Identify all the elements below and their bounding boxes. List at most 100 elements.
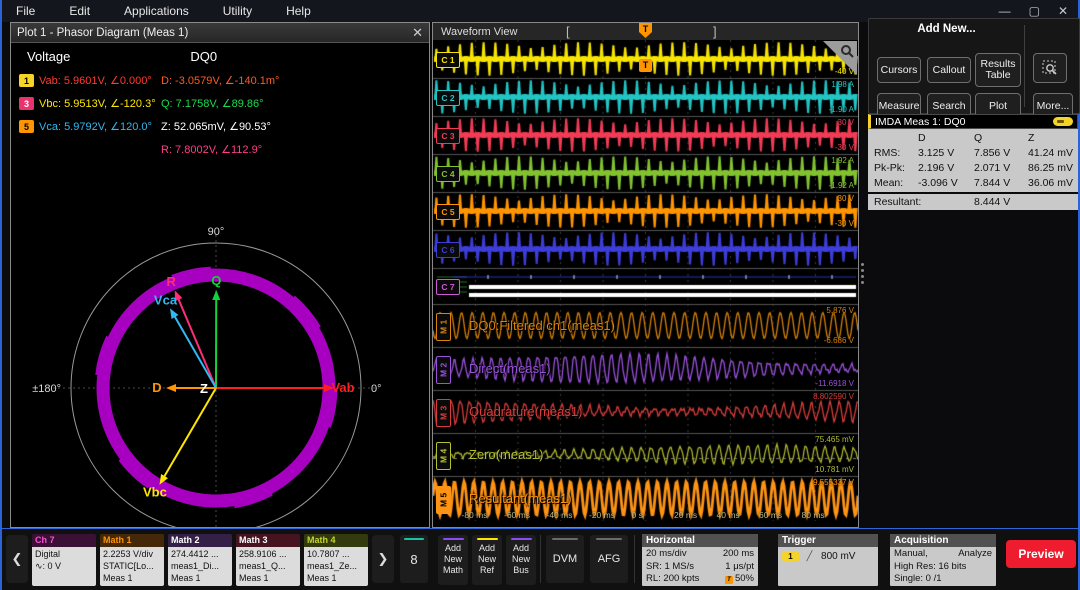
sample-interval: 1 μs/pt [725, 560, 754, 572]
phasor-readout-row: R: 7.8002V, ∠112.9° [19, 138, 423, 161]
channel-card-title: Math 4 [304, 534, 368, 547]
add-new-math-button[interactable]: Add New Math [438, 535, 468, 585]
svg-text:D: D [152, 380, 161, 395]
acq-resolution: High Res: 16 bits [894, 560, 967, 572]
channel-card-title: Ch 7 [32, 534, 96, 547]
scale-readout: 1.98 A [831, 80, 854, 89]
time-axis-label: 80 ms [801, 510, 825, 520]
channel-badge-m4[interactable]: M 4 [436, 441, 451, 470]
svg-text:Q: Q [211, 273, 221, 288]
time-axis-label: -20 ms [589, 510, 615, 520]
draw-zoom-box-button[interactable] [1033, 53, 1067, 83]
maximize-button[interactable]: ▢ [1029, 4, 1040, 18]
channel-badge-m2[interactable]: M 2 [436, 355, 451, 384]
channel-badge-m5[interactable]: M 5 [436, 485, 451, 514]
trigger-level-icon[interactable]: T [639, 59, 652, 72]
channel-card-math1[interactable]: Math 1 2.2253 V/div STATIC[Lo... Meas 1 [100, 534, 164, 586]
imda-col-d: D [918, 132, 926, 144]
horizontal-panel[interactable]: Horizontal 20 ms/div 200 ms SR: 1 MS/s 1 μ… [642, 534, 758, 586]
channel-card-math2[interactable]: Math 2 274.4412 ... meas1_Di... Meas 1 [168, 534, 232, 586]
channel-badge-m3[interactable]: M 3 [436, 398, 451, 427]
acquisition-title: Acquisition [890, 534, 996, 547]
channel-card-math4[interactable]: Math 4 10.7807 ... meas1_Ze... Meas 1 [304, 534, 368, 586]
scroll-right-button[interactable]: ❯ [372, 535, 394, 583]
expansion-bracket-right: ] [713, 24, 717, 39]
phasor-diagram-panel: Plot 1 - Phasor Diagram (Meas 1) ✕ Volta… [10, 22, 430, 528]
menu-item-help[interactable]: Help [286, 4, 311, 18]
trigger-panel[interactable]: Trigger 1 ╱ 800 mV [778, 534, 878, 586]
channel-card-line: 274.4412 ... [171, 549, 219, 559]
channel-card-math3[interactable]: Math 3 258.9106 ... meas1_Q... Meas 1 [236, 534, 300, 586]
acquisition-panel[interactable]: Acquisition Manual, Analyze High Res: 16 … [890, 534, 996, 586]
trigger-position-icon[interactable]: T [639, 23, 652, 38]
trigger-level: 800 mV [821, 551, 856, 562]
preview-button[interactable]: Preview [1006, 540, 1076, 568]
minimize-button[interactable]: — [999, 4, 1011, 18]
panel-resize-grip[interactable] [859, 258, 865, 288]
horizontal-title: Horizontal [642, 534, 758, 547]
channel-card-title: Math 3 [236, 534, 300, 547]
dvm-button[interactable]: DVM [546, 535, 584, 583]
imda-row-name: RMS: [874, 147, 901, 159]
channel-badge-c7[interactable]: C 7 [436, 279, 460, 295]
add-new-bus-button[interactable]: Add New Bus [506, 535, 536, 585]
menu-item-file[interactable]: File [16, 4, 35, 18]
readout-rows: 1 Vab: 5.9601V, ∠0.000° D: -3.0579V, ∠-140… [19, 69, 423, 161]
phasor-vector-vab: Vab [216, 380, 355, 395]
channel-card-line: meas1_Q... [239, 561, 286, 571]
dq0-readout: Q: 7.1758V, ∠89.86° [161, 98, 264, 110]
add-results-table-button[interactable]: Results Table [975, 53, 1021, 87]
channel-card-line: Meas 1 [103, 573, 133, 583]
imda-results-panel: IMDA Meas 1: DQ0 D Q Z RMS: 3.125 V 7.856 V 41… [868, 114, 1078, 210]
channel-card-line: 2.2253 V/div [103, 549, 154, 559]
channel-card-body: 274.4412 ... meas1_Di... Meas 1 [168, 547, 232, 586]
channel-badge-m1[interactable]: M 1 [436, 312, 451, 341]
scale-readout: -1.90 A [828, 105, 854, 114]
menu-item-applications[interactable]: Applications [124, 4, 189, 18]
imda-value: 2.071 V [974, 162, 1011, 174]
channel-badge-c3[interactable]: C 3 [436, 128, 460, 144]
menu-item-utility[interactable]: Utility [223, 4, 252, 18]
close-icon[interactable]: ✕ [412, 25, 423, 41]
phasor-panel-titlebar[interactable]: Plot 1 - Phasor Diagram (Meas 1) ✕ [11, 23, 429, 43]
scale-readout: 5.876 V [826, 306, 854, 315]
scroll-left-button[interactable]: ❮ [6, 535, 28, 583]
imda-header[interactable]: IMDA Meas 1: DQ0 [868, 114, 1078, 129]
channel-card-line: Meas 1 [171, 573, 201, 583]
time-axis-label: 0 s [631, 510, 643, 520]
svg-text:Vca: Vca [154, 293, 178, 308]
phasor-panel-title: Plot 1 - Phasor Diagram (Meas 1) [17, 26, 189, 39]
button-label: Add New Math [442, 543, 463, 575]
math-waveform-label: Direct(meas1) [469, 360, 551, 376]
resultant-label: Resultant: [874, 196, 922, 208]
channel-badge-c4[interactable]: C 4 [436, 166, 460, 182]
imda-row-name: Pk-Pk: [874, 162, 905, 174]
channel-badge-c5[interactable]: C 5 [436, 204, 460, 220]
channel-count-button[interactable]: 8 [400, 535, 428, 583]
waveform-view-panel: Waveform View [ ] T T C 1 -40 VC 2 1.98 A-… [432, 22, 859, 528]
channel-card-ch7[interactable]: Ch 7 Digital ∿: 0 V [32, 534, 96, 586]
channel-card-line: ∿: 0 V [35, 561, 62, 571]
close-button[interactable]: ✕ [1058, 4, 1068, 18]
meas-source-badge [1053, 117, 1073, 126]
time-axis-label: -80 ms [461, 510, 488, 520]
add-cursors-button[interactable]: Cursors [877, 57, 921, 83]
waveform-view-header[interactable]: Waveform View [ ] T [433, 23, 858, 41]
readout-headers: Voltage DQ0 [27, 49, 417, 64]
afg-button[interactable]: AFG [590, 535, 628, 583]
channel-card-line: Meas 1 [239, 573, 269, 583]
svg-text:Vbc: Vbc [143, 484, 167, 499]
imda-col-q: Q [974, 132, 983, 144]
channel-badge-c1[interactable]: C 1 [436, 52, 460, 68]
add-callout-button[interactable]: Callout [927, 57, 971, 83]
channel-card-title: Math 2 [168, 534, 232, 547]
imda-value: 41.24 mV [1028, 147, 1073, 159]
add-new-ref-button[interactable]: Add New Ref [472, 535, 502, 585]
channel-badge-c2[interactable]: C 2 [436, 90, 460, 106]
scale-readout: -1.92 A [828, 181, 854, 190]
scale-readout: -6.686 V [823, 336, 854, 345]
channel-badge-c6[interactable]: C 6 [436, 242, 460, 258]
imda-value: 7.856 V [974, 147, 1011, 159]
menu-item-edit[interactable]: Edit [69, 4, 90, 18]
dq0-readout: D: -3.0579V, ∠-140.1m° [161, 75, 280, 87]
